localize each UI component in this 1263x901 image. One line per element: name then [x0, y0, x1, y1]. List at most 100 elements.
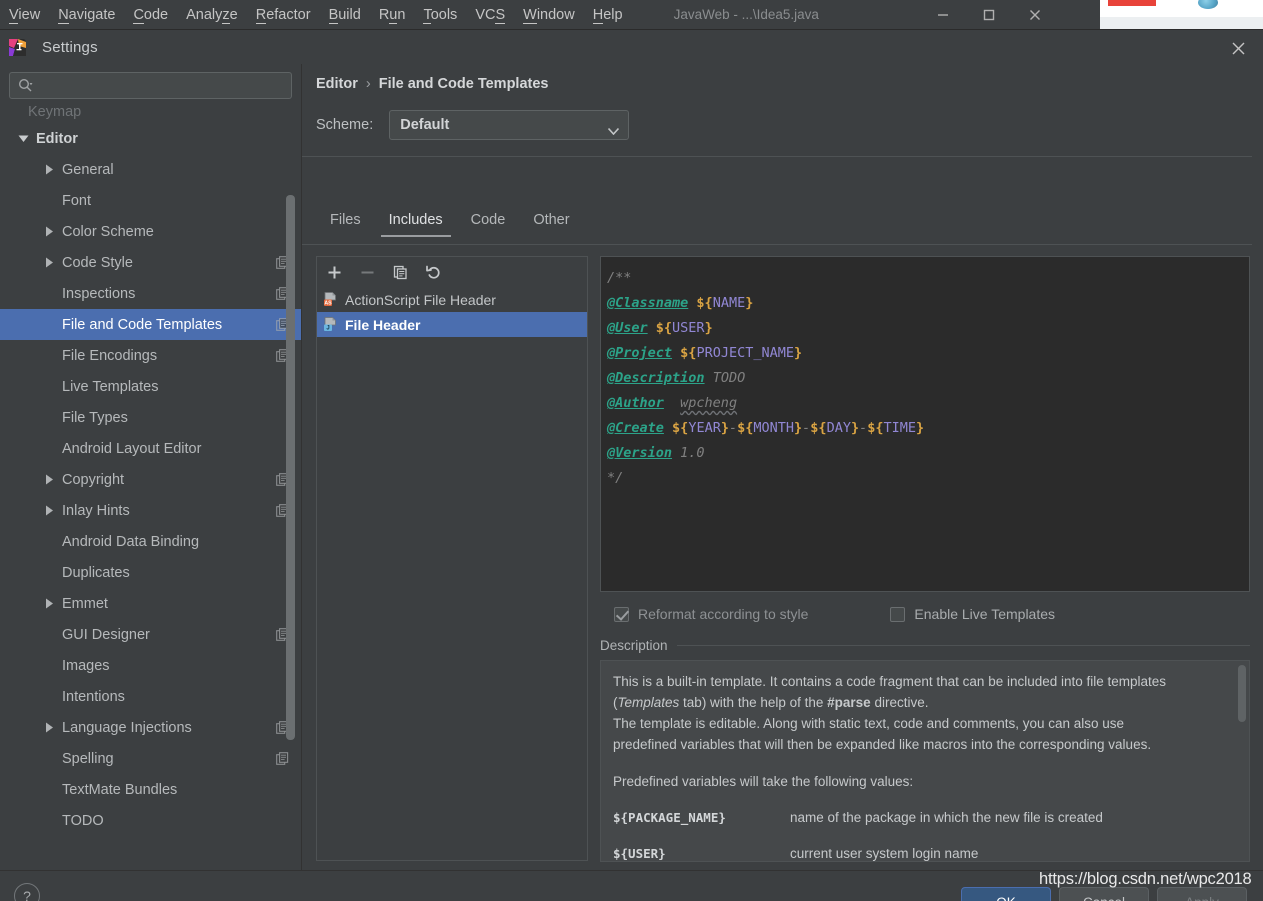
chevron-down-icon[interactable] [18, 132, 32, 146]
chevron-right-icon[interactable] [44, 597, 58, 611]
help-button[interactable]: ? [14, 883, 40, 901]
menu-item-run[interactable]: Run [370, 6, 415, 24]
description-scrollbar-thumb[interactable] [1238, 665, 1246, 722]
sidebar-item-live-templates[interactable]: Live Templates [0, 371, 301, 402]
add-icon[interactable] [326, 264, 343, 281]
maximize-icon[interactable] [966, 0, 1012, 29]
sidebar-item-language-injections[interactable]: Language Injections [0, 712, 301, 743]
sidebar-item-label: TODO [62, 812, 104, 829]
sidebar-item-font[interactable]: Font [0, 185, 301, 216]
template-tabs: Files Includes Code Other [316, 212, 584, 237]
tab-other[interactable]: Other [519, 212, 583, 237]
list-item[interactable]: J File Header [317, 312, 587, 337]
menu-item-view[interactable]: View [0, 6, 49, 24]
sidebar-item-keymap-clipped[interactable]: Keymap [0, 103, 301, 121]
tab-files[interactable]: Files [316, 212, 375, 237]
sidebar-item-emmet[interactable]: Emmet [0, 588, 301, 619]
checkbox-reformat-according-to-style[interactable]: Reformat according to style [614, 606, 808, 622]
code-token: wpcheng [680, 395, 738, 411]
sidebar-item-inspections[interactable]: Inspections [0, 278, 301, 309]
code-token: YEAR [688, 420, 721, 436]
menu-item-analyze[interactable]: Analyze [177, 6, 247, 24]
menu-item-navigate[interactable]: Navigate [49, 6, 124, 24]
ok-button[interactable]: OK [961, 887, 1051, 901]
variable-description: name of the package in which the new fil… [790, 810, 1103, 825]
sidebar-item-duplicates[interactable]: Duplicates [0, 557, 301, 588]
chevron-right-icon[interactable] [44, 163, 58, 177]
desc-templates-italic: Templates [617, 695, 680, 710]
chevron-right-icon[interactable] [44, 225, 58, 239]
scheme-row: Scheme: Default [316, 110, 630, 140]
code-token: } [745, 295, 754, 311]
sidebar-item-color-scheme[interactable]: Color Scheme [0, 216, 301, 247]
menu-item-vcs[interactable]: VCS [466, 6, 514, 24]
sidebar-scrollbar-thumb[interactable] [286, 195, 295, 740]
checkbox-enable-live-templates[interactable]: Enable Live Templates [890, 606, 1055, 622]
template-code-editor[interactable]: /** @Classname ${NAME} @User ${USER} @Proje… [600, 256, 1250, 592]
search-box[interactable] [9, 72, 292, 99]
sidebar-item-spelling[interactable]: Spelling [0, 743, 301, 774]
sidebar-item-file-and-code-templates[interactable]: File and Code Templates [0, 309, 301, 340]
scheme-dropdown[interactable]: Default [389, 110, 630, 140]
sidebar-item-label: Editor [36, 130, 78, 147]
menu-item-refactor[interactable]: Refactor [247, 6, 320, 24]
sidebar-item-copyright[interactable]: Copyright [0, 464, 301, 495]
copy-icon[interactable] [392, 264, 409, 281]
sidebar-item-inlay-hints[interactable]: Inlay Hints [0, 495, 301, 526]
menu-item-help[interactable]: Help [584, 6, 632, 24]
chevron-right-icon[interactable] [44, 256, 58, 270]
variable-name: ${USER} [613, 846, 666, 861]
sidebar-item-gui-designer[interactable]: GUI Designer [0, 619, 301, 650]
sidebar-item-android-data-binding[interactable]: Android Data Binding [0, 526, 301, 557]
chevron-down-icon [608, 123, 620, 139]
code-content[interactable]: /** @Classname ${NAME} @User ${USER} @Proje… [601, 257, 1249, 491]
code-token: @User [607, 320, 648, 336]
code-token: @Description [607, 370, 705, 386]
sidebar-item-file-types[interactable]: File Types [0, 402, 301, 433]
menu-item-tools[interactable]: Tools [414, 6, 466, 24]
menu-item-code[interactable]: Code [124, 6, 177, 24]
sidebar-item-general[interactable]: General [0, 154, 301, 185]
sidebar-item-todo[interactable]: TODO [0, 805, 301, 836]
sidebar-item-label: Images [62, 657, 110, 674]
checkbox-box[interactable] [614, 606, 629, 622]
minimize-icon[interactable] [920, 0, 966, 29]
window-controls [920, 0, 1100, 29]
chevron-right-icon[interactable] [44, 473, 58, 487]
desc-parse-bold: #parse [827, 695, 871, 710]
description-para-3: predefined variables that will then be e… [613, 737, 1152, 752]
cancel-button[interactable]: Cancel [1059, 887, 1149, 901]
tab-includes[interactable]: Includes [375, 212, 457, 237]
list-item[interactable]: AS ActionScript File Header [317, 287, 587, 312]
sidebar-item-label: Android Data Binding [62, 533, 200, 550]
sidebar-item-intentions[interactable]: Intentions [0, 681, 301, 712]
menu-item-build[interactable]: Build [320, 6, 370, 24]
sidebar-item-code-style[interactable]: Code Style [0, 247, 301, 278]
sidebar-item-editor[interactable]: Editor [0, 123, 301, 154]
search-input[interactable] [33, 78, 291, 93]
actionscript-file-icon: AS [323, 292, 338, 307]
dialog-close-icon[interactable] [1227, 37, 1249, 59]
sidebar-item-images[interactable]: Images [0, 650, 301, 681]
desc-post: directive. [870, 695, 929, 710]
chevron-right-icon[interactable] [44, 721, 58, 735]
menu-item-window[interactable]: Window [514, 6, 584, 24]
code-token: ${ [867, 420, 884, 436]
reset-icon[interactable] [425, 264, 442, 281]
sidebar-item-android-layout-editor[interactable]: Android Layout Editor [0, 433, 301, 464]
checkbox-box[interactable] [890, 606, 906, 622]
sidebar-item-textmate-bundles[interactable]: TextMate Bundles [0, 774, 301, 805]
close-icon[interactable] [1012, 0, 1058, 29]
sidebar-item-label: Spelling [62, 750, 114, 767]
chevron-right-icon[interactable] [44, 504, 58, 518]
variable-description: current user system login name [790, 846, 979, 861]
tab-code[interactable]: Code [457, 212, 520, 237]
variable-row: ${PACKAGE_NAME} name of the package in wh… [613, 807, 1235, 828]
breadcrumb-parent[interactable]: Editor [316, 76, 358, 92]
sidebar-item-file-encodings[interactable]: File Encodings [0, 340, 301, 371]
